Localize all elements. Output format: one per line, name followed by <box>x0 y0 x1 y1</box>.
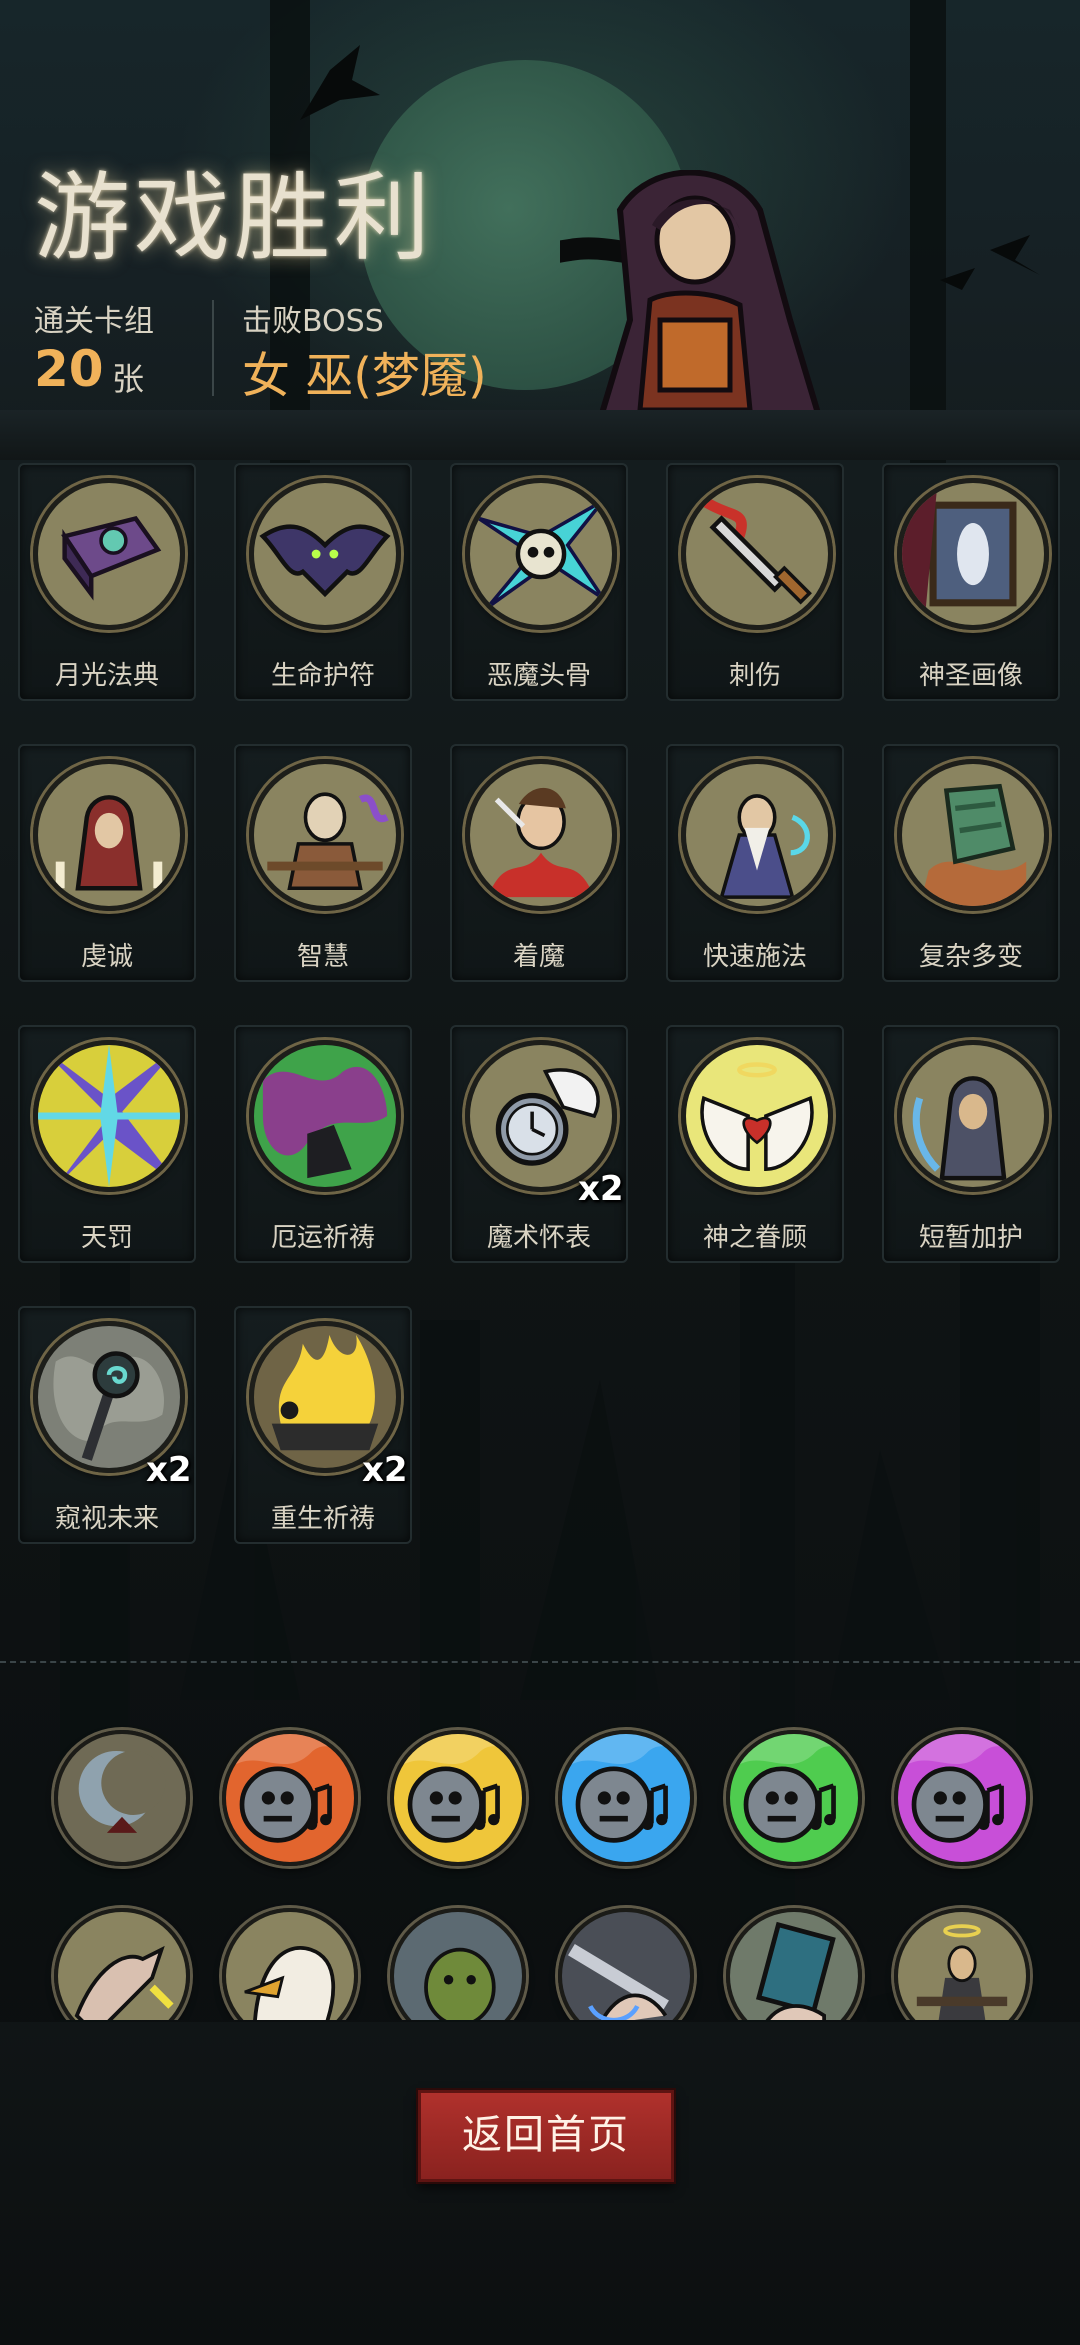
return-home-button[interactable]: 返回首页 <box>418 2090 674 2182</box>
card-name: 重生祈祷 <box>270 1504 375 1534</box>
card-art <box>33 759 185 911</box>
crescent-moon-relic[interactable] <box>54 1730 190 1866</box>
green-music-relic[interactable] <box>726 1730 862 1866</box>
card-item[interactable]: 魔术怀表 x2 <box>450 1025 628 1263</box>
card-item[interactable]: 短暂加护 <box>882 1025 1060 1263</box>
page-title: 游戏胜利 <box>34 162 434 274</box>
card-name: 窥视未来 <box>54 1504 159 1534</box>
purple-music-relic[interactable] <box>894 1730 1030 1866</box>
card-art <box>681 1040 833 1192</box>
ogre-relic[interactable] <box>390 1908 526 2020</box>
card-item[interactable]: 神之眷顾 <box>666 1025 844 1263</box>
card-item[interactable]: 窥视未来 x2 <box>18 1306 196 1544</box>
card-name: 刺伤 <box>728 661 781 691</box>
boss-label: 击败BOSS <box>242 304 384 339</box>
card-name: 神之眷顾 <box>702 1223 807 1253</box>
card-art <box>897 759 1049 911</box>
blade-hand-relic[interactable] <box>558 1908 694 2020</box>
card-item[interactable]: 虔诚 <box>18 744 196 982</box>
deck-unit: 张 <box>112 360 145 398</box>
pinch-hand-relic[interactable] <box>54 1908 190 2020</box>
card-hand-relic[interactable] <box>726 1908 862 2020</box>
section-divider <box>0 1661 1080 1663</box>
card-art <box>681 759 833 911</box>
card-art <box>465 759 617 911</box>
witch-illustration <box>560 170 825 423</box>
card-art <box>249 478 401 630</box>
stat-divider <box>212 300 214 396</box>
hill-ground <box>0 410 1080 460</box>
card-item[interactable]: 着魔 <box>450 744 628 982</box>
card-item[interactable]: 月光法典 <box>18 463 196 701</box>
card-name: 复杂多变 <box>918 942 1023 972</box>
card-name: 短暂加护 <box>918 1223 1023 1253</box>
card-name: 恶魔头骨 <box>486 661 591 691</box>
yellow-music-relic[interactable] <box>390 1730 526 1866</box>
eagle-relic[interactable] <box>222 1908 358 2020</box>
card-art <box>33 478 185 630</box>
card-art <box>33 1040 185 1192</box>
bottom-panel <box>0 2022 1080 2345</box>
card-count-badge: x2 <box>362 1450 408 1490</box>
boss-name: 女 巫(梦魇) <box>242 348 487 404</box>
card-item[interactable]: 智慧 <box>234 744 412 982</box>
card-name: 厄运祈祷 <box>270 1223 375 1253</box>
card-name: 天罚 <box>80 1223 133 1253</box>
card-art <box>465 478 617 630</box>
card-count-badge: x2 <box>146 1450 192 1490</box>
card-art <box>681 478 833 630</box>
card-art <box>897 478 1049 630</box>
card-item[interactable]: 厄运祈祷 <box>234 1025 412 1263</box>
card-art <box>249 759 401 911</box>
card-item[interactable]: 刺伤 <box>666 463 844 701</box>
deck-label: 通关卡组 <box>34 304 154 339</box>
card-name: 着魔 <box>512 942 565 972</box>
orange-music-relic[interactable] <box>222 1730 358 1866</box>
card-item[interactable]: 生命护符 <box>234 463 412 701</box>
card-art <box>897 1040 1049 1192</box>
card-name: 智慧 <box>296 942 349 972</box>
card-name: 快速施法 <box>702 942 807 972</box>
card-item[interactable]: 天罚 <box>18 1025 196 1263</box>
card-item[interactable]: 重生祈祷 x2 <box>234 1306 412 1544</box>
card-item[interactable]: 复杂多变 <box>882 744 1060 982</box>
card-name: 虔诚 <box>80 942 133 972</box>
card-item[interactable]: 恶魔头骨 <box>450 463 628 701</box>
card-name: 月光法典 <box>54 661 159 691</box>
card-name: 魔术怀表 <box>486 1223 591 1253</box>
relic-row-clipped <box>0 1880 1080 2020</box>
card-art <box>249 1040 401 1192</box>
priest-relic[interactable] <box>894 1908 1030 2020</box>
card-item[interactable]: 神圣画像 <box>882 463 1060 701</box>
card-item[interactable]: 快速施法 <box>666 744 844 982</box>
deck-count: 20 <box>34 340 104 398</box>
card-count-badge: x2 <box>578 1169 624 1209</box>
card-name: 神圣画像 <box>918 661 1023 691</box>
blue-music-relic[interactable] <box>558 1730 694 1866</box>
card-name: 生命护符 <box>270 661 375 691</box>
